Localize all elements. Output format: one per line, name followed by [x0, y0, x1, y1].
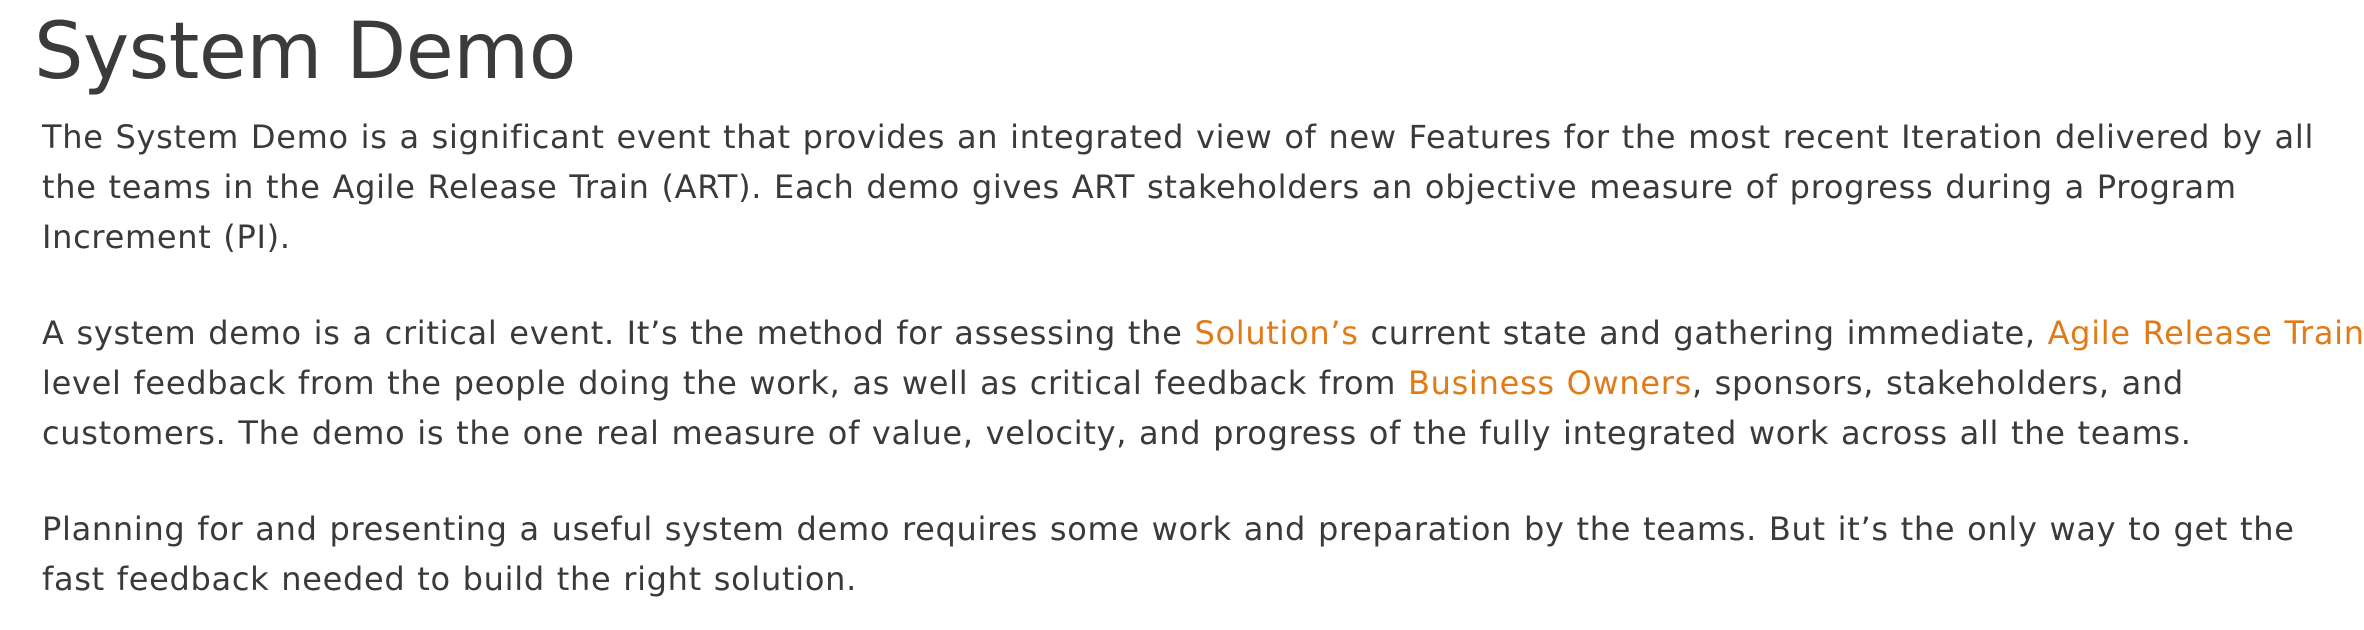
- paragraph-line: A system demo is a critical event. It’s …: [42, 308, 2364, 358]
- closing-paragraph: Planning for and presenting a useful sys…: [34, 504, 2334, 604]
- paragraph-line: Planning for and presenting a useful sys…: [42, 510, 2295, 548]
- agile-release-train-link[interactable]: Agile Release Train: [2048, 314, 2364, 352]
- paragraph-line: customers. The demo is the one real meas…: [42, 414, 2192, 452]
- solutions-link[interactable]: Solution’s: [1194, 314, 1358, 352]
- article: System Demo The System Demo is a signifi…: [34, 0, 2364, 604]
- paragraph-line: Increment (PI).: [42, 218, 291, 256]
- intro-paragraph: The System Demo is a significant event t…: [34, 112, 2334, 262]
- text-segment: level feedback from the people doing the…: [42, 364, 1408, 402]
- paragraph-line: fast feedback needed to build the right …: [42, 560, 857, 598]
- paragraph-line: level feedback from the people doing the…: [42, 358, 2334, 408]
- text-segment: A system demo is a critical event. It’s …: [42, 314, 1195, 352]
- body-paragraph: A system demo is a critical event. It’s …: [34, 308, 2364, 458]
- text-segment: current state and gathering immediate,: [1358, 314, 2048, 352]
- paragraph-line: the teams in the Agile Release Train (AR…: [42, 168, 2237, 206]
- paragraph-line: The System Demo is a significant event t…: [42, 118, 2315, 156]
- text-segment: , sponsors, stakeholders, and: [1691, 364, 2184, 402]
- business-owners-link[interactable]: Business Owners: [1408, 364, 1692, 402]
- page-title: System Demo: [34, 7, 576, 97]
